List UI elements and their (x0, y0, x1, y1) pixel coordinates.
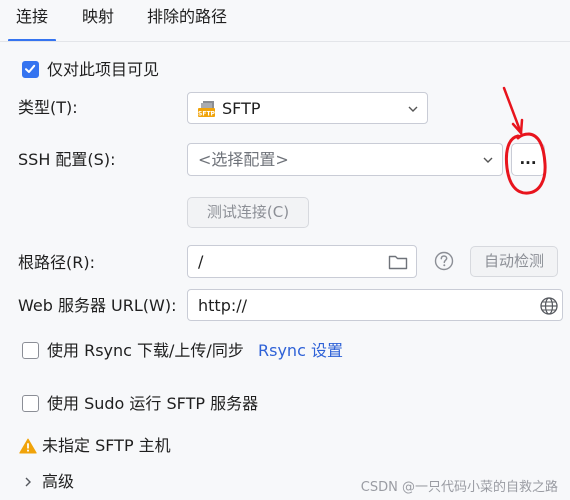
ssh-config-select[interactable]: <选择配置> (187, 143, 503, 176)
help-icon[interactable] (434, 251, 454, 271)
checkmark-icon (25, 64, 36, 73)
rsync-checkbox[interactable] (22, 342, 39, 359)
chevron-down-icon (408, 106, 418, 112)
tab-excluded-paths[interactable]: 排除的路径 (147, 0, 227, 42)
visible-only-checkbox[interactable] (22, 61, 39, 78)
warning-text: 未指定 SFTP 主机 (42, 436, 171, 455)
tab-label: 连接 (16, 7, 49, 26)
ssh-config-label: SSH 配置(S): (18, 150, 116, 169)
sudo-label: 使用 Sudo 运行 SFTP 服务器 (47, 394, 259, 413)
chevron-right-icon[interactable] (23, 476, 33, 488)
warning-icon (19, 438, 37, 454)
ssh-config-placeholder: <选择配置> (198, 150, 289, 169)
type-select[interactable]: SFTP SFTP (187, 92, 428, 124)
svg-text:SFTP: SFTP (198, 110, 216, 117)
tab-connection[interactable]: 连接 (8, 0, 57, 42)
test-connection-label: 测试连接(C) (206, 203, 290, 221)
tab-label: 映射 (82, 7, 115, 26)
tab-divider (0, 41, 570, 42)
auto-detect-label: 自动检测 (483, 252, 544, 270)
auto-detect-button[interactable]: 自动检测 (470, 246, 558, 277)
web-server-url-input[interactable]: http:// (187, 289, 563, 321)
rsync-settings-link[interactable]: Rsync 设置 (258, 340, 343, 362)
rsync-label: 使用 Rsync 下载/上传/同步 (47, 341, 244, 360)
web-server-url-label: Web 服务器 URL(W): (18, 296, 177, 315)
folder-icon[interactable] (388, 254, 408, 270)
chevron-down-icon (483, 157, 493, 163)
globe-icon[interactable] (539, 296, 559, 316)
root-path-label: 根路径(R): (18, 253, 95, 272)
advanced-section-toggle[interactable]: 高级 (42, 471, 74, 493)
sftp-icon: SFTP (198, 101, 216, 117)
web-server-url-value: http:// (198, 296, 248, 315)
root-path-value: / (198, 252, 204, 271)
test-connection-button[interactable]: 测试连接(C) (187, 197, 309, 228)
watermark: CSDN @一只代码小菜的自救之路 (360, 480, 558, 495)
tab-mappings[interactable]: 映射 (82, 0, 114, 42)
type-label: 类型(T): (18, 98, 78, 117)
tab-label: 排除的路径 (147, 7, 228, 26)
visible-only-label: 仅对此项目可见 (47, 60, 160, 79)
type-select-value: SFTP (222, 99, 261, 118)
sudo-checkbox[interactable] (22, 395, 39, 412)
annotation-circle-arrow (502, 86, 547, 195)
root-path-input[interactable]: / (187, 245, 417, 278)
